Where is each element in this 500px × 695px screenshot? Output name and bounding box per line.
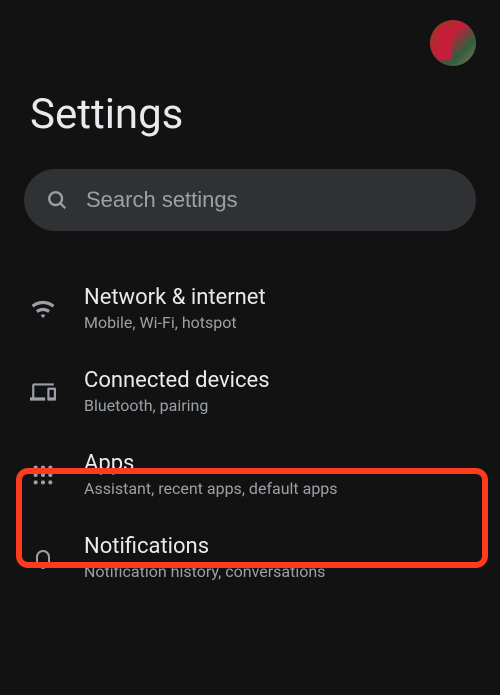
setting-network-internet[interactable]: Network & internet Mobile, Wi-Fi, hotspo… <box>0 267 500 350</box>
setting-apps[interactable]: Apps Assistant, recent apps, default app… <box>0 433 500 516</box>
setting-text: Network & internet Mobile, Wi-Fi, hotspo… <box>84 285 476 332</box>
search-bar[interactable] <box>24 169 476 231</box>
setting-label: Network & internet <box>84 285 476 310</box>
setting-text: Notifications Notification history, conv… <box>84 534 476 581</box>
setting-text: Connected devices Bluetooth, pairing <box>84 368 476 415</box>
apps-grid-icon <box>30 462 56 488</box>
avatar[interactable] <box>430 20 476 66</box>
search-input[interactable] <box>86 187 454 213</box>
search-icon <box>46 189 68 211</box>
page-title: Settings <box>0 74 500 169</box>
wifi-icon <box>30 296 56 322</box>
setting-connected-devices[interactable]: Connected devices Bluetooth, pairing <box>0 350 500 433</box>
header-bar <box>0 0 500 74</box>
setting-desc: Assistant, recent apps, default apps <box>84 479 476 498</box>
setting-label: Connected devices <box>84 368 476 393</box>
devices-icon <box>30 379 56 405</box>
setting-text: Apps Assistant, recent apps, default app… <box>84 451 476 498</box>
setting-desc: Mobile, Wi-Fi, hotspot <box>84 313 476 332</box>
bell-icon <box>30 545 56 571</box>
setting-label: Apps <box>84 451 476 476</box>
setting-desc: Notification history, conversations <box>84 562 476 581</box>
setting-notifications[interactable]: Notifications Notification history, conv… <box>0 516 500 599</box>
setting-label: Notifications <box>84 534 476 559</box>
setting-desc: Bluetooth, pairing <box>84 396 476 415</box>
settings-list: Network & internet Mobile, Wi-Fi, hotspo… <box>0 261 500 605</box>
